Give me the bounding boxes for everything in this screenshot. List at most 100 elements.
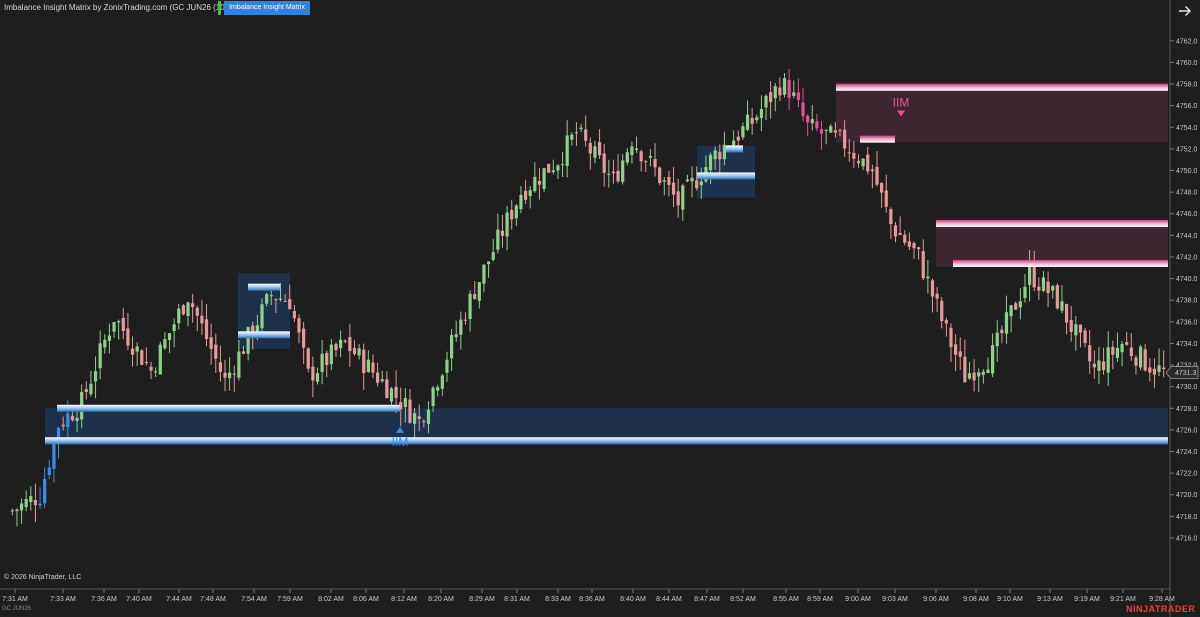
- candle: [528, 186, 532, 209]
- candle: [796, 78, 800, 108]
- candle: [98, 330, 102, 380]
- candle: [824, 129, 828, 145]
- bear-imbalance-zone: [836, 81, 1168, 143]
- candle: [200, 300, 204, 336]
- candle: [1152, 358, 1157, 388]
- candle: [570, 132, 574, 146]
- candle: [1000, 325, 1004, 344]
- candle: [611, 159, 616, 184]
- time-tick-label: 8:12 AM: [391, 596, 417, 603]
- price-tick-label: 4728.0: [1176, 406, 1198, 413]
- time-axis[interactable]: 7:31 AM 7:33 AM 7:36 AM 7:40 AM 7:44 AM 7:48 …: [2, 589, 1175, 603]
- candle: [658, 166, 662, 186]
- candle: [889, 207, 893, 240]
- time-tick-label: 7:44 AM: [166, 596, 192, 603]
- price-tick-label: 4738.0: [1176, 298, 1198, 305]
- candle: [861, 158, 865, 171]
- candle: [112, 321, 116, 338]
- candle: [1101, 347, 1106, 375]
- time-tick-label: 9:06 AM: [923, 596, 949, 603]
- bull-signal-label: IIM: [392, 435, 409, 449]
- price-tick-label: 4750.0: [1176, 168, 1198, 175]
- price-tick-label: 4730.0: [1176, 384, 1198, 391]
- candle: [537, 168, 542, 200]
- price-tick-label: 4716.0: [1176, 535, 1198, 542]
- candle: [232, 365, 236, 392]
- candle: [315, 367, 320, 385]
- price-tick-label: 4736.0: [1176, 319, 1198, 326]
- candle: [616, 153, 620, 184]
- candle: [653, 143, 657, 177]
- candle: [912, 241, 916, 260]
- candle: [856, 154, 861, 168]
- candle: [84, 381, 88, 400]
- price-chart[interactable]: IIM IIM 4716.0 4718.0 4720.0 4722.0 4724.0 472…: [0, 0, 1200, 617]
- candle: [1143, 343, 1147, 372]
- candle: [436, 384, 440, 397]
- candle: [121, 307, 125, 340]
- candle: [972, 359, 976, 392]
- candle: [815, 113, 819, 132]
- candle: [496, 213, 500, 254]
- bear-imbalance-zone: [936, 220, 1168, 267]
- candle: [1041, 271, 1046, 293]
- candle: [917, 246, 921, 260]
- candle: [819, 121, 824, 150]
- bear-imbalance-line: [953, 259, 1168, 267]
- candle: [209, 323, 213, 365]
- time-tick-label: 8:52 AM: [730, 596, 756, 603]
- candle: [348, 324, 352, 368]
- time-tick-label: 9:03 AM: [882, 596, 908, 603]
- candle: [773, 82, 777, 112]
- candle: [574, 122, 579, 146]
- candle: [1097, 347, 1101, 385]
- candle: [810, 104, 814, 131]
- candle: [10, 508, 14, 516]
- candle: [172, 318, 176, 348]
- candle: [140, 348, 144, 366]
- candle: [352, 340, 357, 356]
- time-tick-label: 9:08 AM: [963, 596, 989, 603]
- candle: [542, 167, 546, 193]
- candle: [870, 164, 874, 189]
- time-tick-label: 8:33 AM: [545, 596, 571, 603]
- candle: [1138, 344, 1143, 371]
- candle: [144, 347, 149, 366]
- candle: [958, 337, 962, 370]
- candle: [1083, 328, 1087, 348]
- candle: [898, 216, 902, 236]
- candle: [847, 139, 851, 162]
- time-tick-label: 8:29 AM: [469, 596, 495, 603]
- candle: [1051, 284, 1055, 299]
- candle: [1009, 304, 1013, 333]
- candle: [750, 108, 754, 135]
- candle: [431, 386, 435, 413]
- candle: [454, 320, 458, 342]
- candle: [875, 151, 879, 187]
- candle: [787, 68, 791, 111]
- candle: [954, 334, 958, 371]
- candle: [648, 148, 653, 167]
- time-tick-label: 8:06 AM: [353, 596, 379, 603]
- candle: [380, 370, 384, 383]
- candle: [1064, 303, 1069, 335]
- candle: [893, 221, 898, 243]
- price-axis[interactable]: 4716.0 4718.0 4720.0 4722.0 4724.0 4726.0 4728…: [1170, 38, 1198, 542]
- candle: [93, 356, 98, 399]
- bull-imbalance-line: [726, 145, 743, 153]
- candle: [880, 182, 884, 208]
- candle: [362, 343, 366, 390]
- candle: [667, 170, 671, 197]
- candle: [681, 183, 685, 221]
- ninjatrader-logo: NINJATRADER: [1126, 604, 1196, 614]
- candle: [15, 508, 19, 527]
- candle: [935, 287, 939, 313]
- candle: [167, 333, 172, 353]
- candle: [884, 174, 888, 213]
- candle: [1157, 348, 1161, 377]
- candle: [440, 373, 444, 396]
- time-tick-label: 8:44 AM: [656, 596, 682, 603]
- candle: [556, 163, 560, 180]
- candle: [154, 367, 158, 377]
- candle: [126, 312, 130, 351]
